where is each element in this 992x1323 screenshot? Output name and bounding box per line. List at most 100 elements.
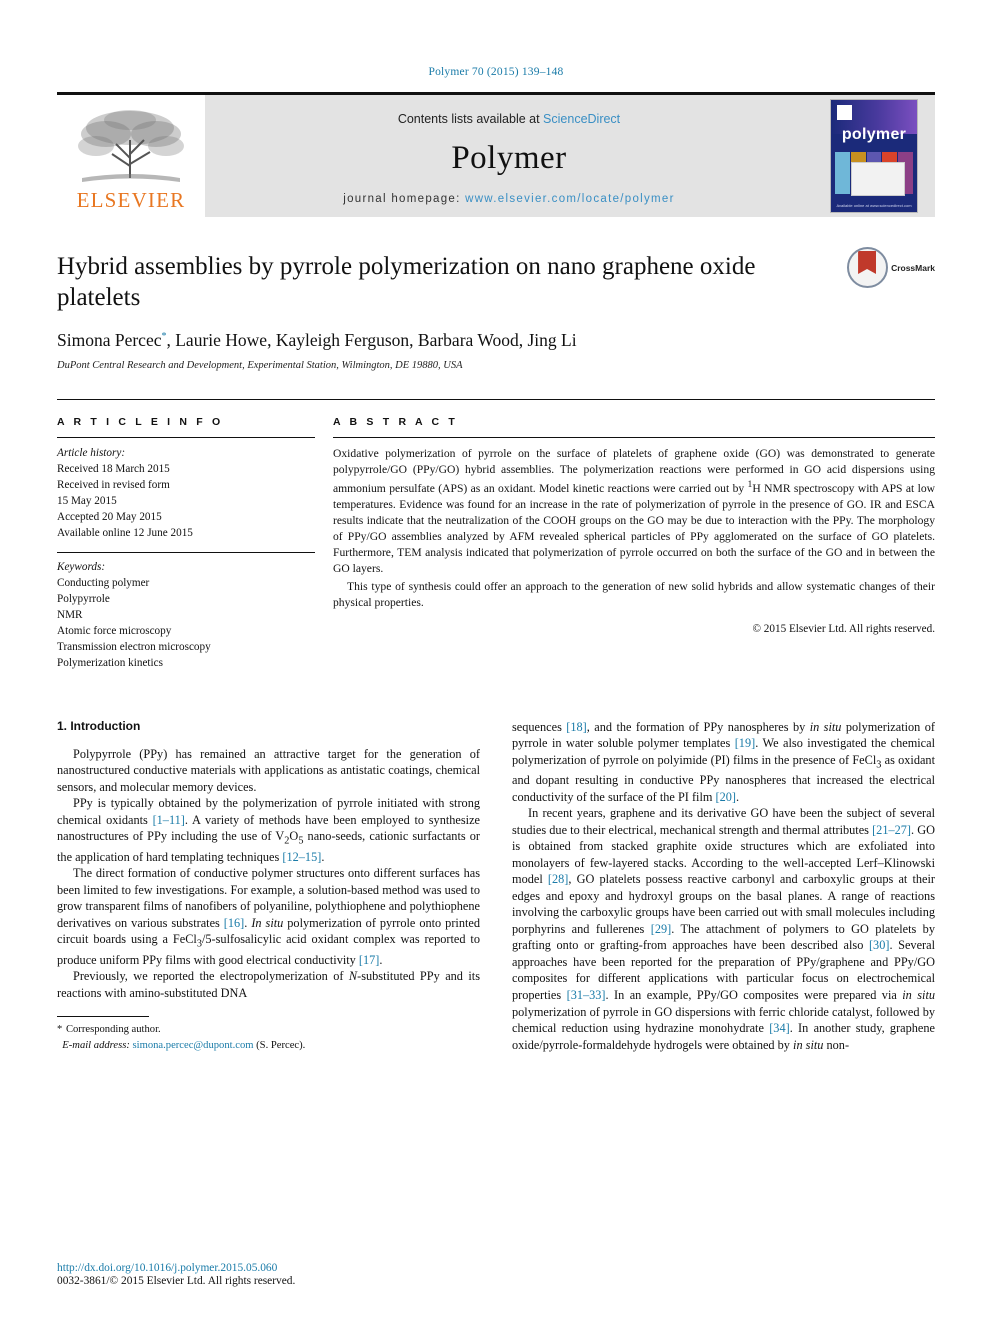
citation-link[interactable]: [19] [735, 736, 756, 750]
keywords-label: Keywords: [57, 561, 106, 574]
text: . [736, 789, 740, 804]
body-column-left: 1. Introduction Polypyrrole (PPy) has re… [57, 719, 480, 1053]
title-block: CrossMark Hybrid assemblies by pyrrole p… [57, 247, 935, 371]
paragraph: Previously, we reported the electropolym… [57, 968, 480, 1001]
citation-link[interactable]: [21–27] [872, 823, 911, 837]
email-note: E-mail address: simona.percec@dupont.com… [57, 1038, 465, 1053]
cover-footer-text: Available online at www.sciencedirect.co… [836, 203, 912, 208]
crossmark-icon [847, 247, 889, 288]
citation-link[interactable]: [18] [566, 720, 587, 734]
doi-link[interactable]: http://dx.doi.org/10.1016/j.polymer.2015… [57, 1262, 477, 1274]
abstract-column: A B S T R A C T Oxidative polymerization… [333, 416, 935, 672]
footnote-block: * Corresponding author. E-mail address: … [57, 1016, 465, 1053]
elsevier-tree-icon [78, 110, 184, 182]
sciencedirect-link[interactable]: ScienceDirect [543, 112, 620, 126]
text: . [321, 849, 325, 864]
italic-term: N [348, 969, 358, 984]
paragraph: The direct formation of conductive polym… [57, 865, 480, 968]
cover-figure-inset [851, 162, 905, 196]
text: non- [823, 1037, 850, 1052]
divider [57, 437, 315, 438]
contents-line: Contents lists available at ScienceDirec… [398, 112, 620, 126]
journal-cover-thumbnail: polymer Available online at www.scienced… [831, 100, 917, 212]
text: Previously, we reported the electropolym… [73, 969, 349, 984]
page-title: Hybrid assemblies by pyrrole polymerizat… [57, 253, 756, 311]
abstract-text: H NMR spectroscopy with APS at low tempe… [333, 481, 935, 575]
running-head: Polymer 70 (2015) 139–148 [428, 66, 564, 78]
author-rest: , Laurie Howe, Kayleigh Ferguson, Barbar… [166, 330, 577, 350]
divider [57, 552, 315, 554]
keyword-item: Atomic force microscopy [57, 625, 172, 638]
email-link[interactable]: simona.percec@dupont.com [133, 1040, 254, 1051]
citation-link[interactable]: [17] [359, 953, 380, 967]
abstract-paragraph: This type of synthesis could offer an ap… [333, 579, 935, 609]
crossmark-label: CrossMark [891, 262, 935, 273]
keyword-item: Polymerization kinetics [57, 656, 163, 669]
citation-link[interactable]: [16] [224, 916, 245, 930]
divider [333, 437, 935, 438]
cover-title: polymer [841, 126, 907, 143]
article-info-column: A R T I C L E I N F O Article history: R… [57, 416, 315, 672]
text: . [379, 952, 383, 967]
paragraph: Polypyrrole (PPy) has remained an attrac… [57, 746, 480, 794]
citation-link[interactable]: [28] [548, 872, 569, 886]
italic-term: In situ [251, 915, 284, 930]
copyright-line: © 2015 Elsevier Ltd. All rights reserved… [752, 622, 936, 635]
journal-homepage: journal homepage: www.elsevier.com/locat… [343, 193, 675, 205]
cover-elsevier-mark [837, 105, 852, 120]
citation-link[interactable]: [31–33] [567, 988, 606, 1002]
author-list: Simona Percec*, Laurie Howe, Kayleigh Fe… [57, 330, 935, 351]
citation-link[interactable]: [29] [651, 922, 672, 936]
history-item: 15 May 2015 [57, 494, 117, 507]
article-info-heading: A R T I C L E I N F O [57, 416, 224, 428]
homepage-url[interactable]: www.elsevier.com/locate/polymer [465, 193, 675, 205]
italic-term: in situ [793, 1037, 824, 1052]
homepage-label: journal homepage: [343, 192, 466, 205]
paragraph: sequences [18], and the formation of PPy… [512, 719, 935, 805]
history-item: Available online 12 June 2015 [57, 526, 193, 539]
keyword-item: Conducting polymer [57, 577, 150, 590]
elsevier-wordmark: ELSEVIER [76, 188, 186, 212]
keyword-item: NMR [57, 609, 83, 622]
info-abstract-region: A R T I C L E I N F O Article history: R… [57, 399, 935, 672]
crossmark-badge[interactable]: CrossMark [847, 247, 935, 288]
footnote-divider [57, 1016, 149, 1018]
paper-page: Polymer 70 (2015) 139–148 ELSEVIER Conte… [0, 0, 992, 1323]
masthead-right: polymer Available online at www.scienced… [813, 95, 935, 217]
abstract-heading: A B S T R A C T [333, 416, 458, 428]
corresponding-author-note: * Corresponding author. [57, 1022, 465, 1037]
affiliation: DuPont Central Research and Development,… [57, 360, 463, 371]
text: , and the formation of PPy nanospheres b… [586, 719, 810, 734]
citation-link[interactable]: [20] [716, 790, 737, 804]
text: . In an example, PPy/GO composites were … [605, 987, 903, 1002]
doi-block: http://dx.doi.org/10.1016/j.polymer.2015… [57, 1262, 477, 1287]
email-suffix: (S. Percec). [253, 1039, 306, 1051]
history-item: Received in revised form [57, 478, 170, 491]
body-column-right: sequences [18], and the formation of PPy… [512, 719, 935, 1053]
italic-term: in situ [809, 719, 842, 734]
paragraph: PPy is typically obtained by the polymer… [57, 795, 480, 865]
text: sequences [512, 719, 567, 734]
publisher-logo: ELSEVIER [57, 95, 205, 217]
contents-prefix: Contents lists available at [397, 111, 544, 126]
citation-link[interactable]: [12–15] [282, 850, 321, 864]
history-item: Received 18 March 2015 [57, 462, 170, 475]
keyword-item: Transmission electron microscopy [57, 640, 211, 653]
abstract-paragraph: Oxidative polymerization of pyrrole on t… [333, 446, 935, 577]
keyword-item: Polypyrrole [57, 593, 110, 606]
footnote-text: Corresponding author. [63, 1024, 161, 1036]
author-first: Simona Percec [57, 330, 162, 350]
citation-link[interactable]: [34] [769, 1021, 790, 1035]
citation-link[interactable]: [30] [869, 938, 890, 952]
journal-title: Polymer [451, 139, 567, 176]
italic-term: in situ [902, 987, 936, 1002]
article-history-label: Article history: [57, 447, 126, 459]
citation-link[interactable]: [1–11] [153, 813, 185, 827]
history-item: Accepted 20 May 2015 [57, 510, 162, 523]
section-heading-introduction: 1. Introduction [57, 718, 141, 733]
text: O [289, 829, 299, 844]
email-label: E-mail address: [62, 1039, 130, 1051]
paragraph: In recent years, graphene and its deriva… [512, 805, 935, 1053]
masthead-center: Contents lists available at ScienceDirec… [205, 95, 813, 217]
issn-copyright: 0032-3861/© 2015 Elsevier Ltd. All right… [57, 1275, 296, 1287]
